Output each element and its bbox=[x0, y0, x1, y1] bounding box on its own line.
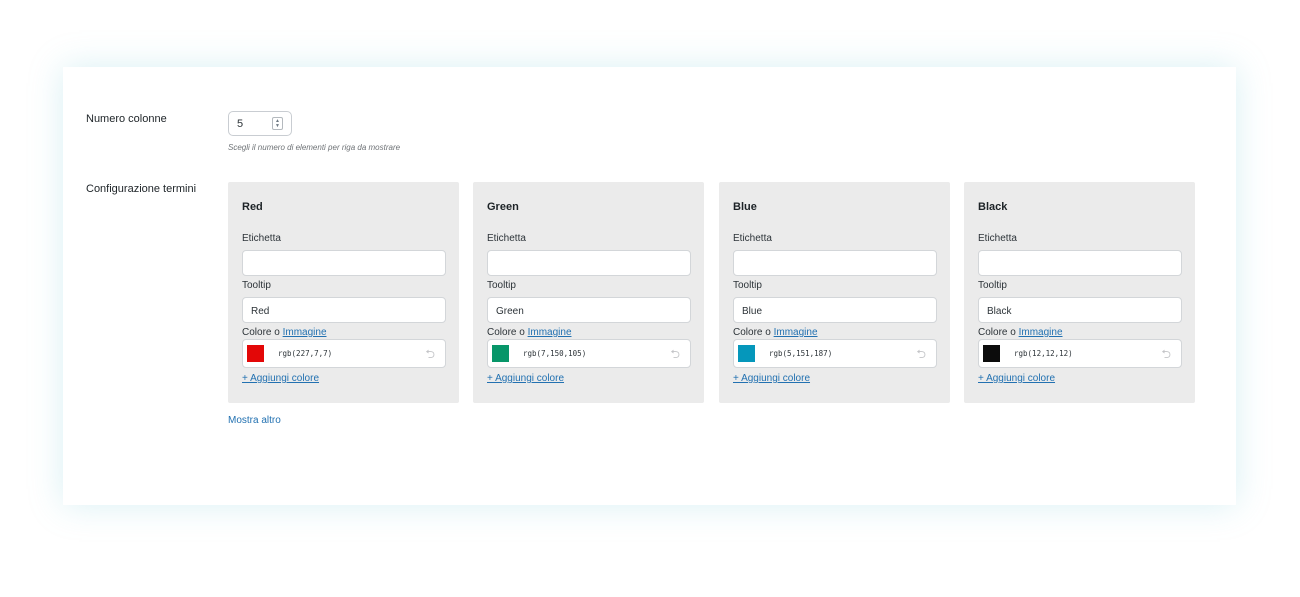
label-input[interactable] bbox=[978, 250, 1182, 276]
label-input[interactable] bbox=[733, 250, 937, 276]
color-swatch[interactable] bbox=[247, 345, 264, 362]
term-title: Red bbox=[242, 201, 263, 213]
term-card-black: Black Etichetta Tooltip Black Colore o I… bbox=[964, 182, 1195, 403]
label-field-label: Etichetta bbox=[487, 233, 526, 244]
add-color-link[interactable]: + Aggiungi colore bbox=[242, 373, 319, 384]
terms-label: Configurazione termini bbox=[86, 183, 197, 195]
tooltip-input[interactable]: Green bbox=[487, 297, 691, 323]
term-card-green: Green Etichetta Tooltip Green Colore o I… bbox=[473, 182, 704, 403]
color-code[interactable]: rgb(5,151,187) bbox=[769, 349, 832, 358]
image-link[interactable]: Immagine bbox=[528, 327, 572, 338]
columns-hint: Scegli il numero di elementi per riga da… bbox=[228, 143, 401, 152]
term-title: Black bbox=[978, 201, 1008, 213]
label-input[interactable] bbox=[487, 250, 691, 276]
image-link[interactable]: Immagine bbox=[774, 327, 818, 338]
image-link[interactable]: Immagine bbox=[283, 327, 327, 338]
color-picker[interactable]: rgb(7,150,105) ⮌ bbox=[487, 339, 691, 368]
settings-panel: Numero colonne 5 ▲ ▼ Scegli il numero di… bbox=[63, 67, 1236, 505]
color-prefix: Colore o bbox=[733, 327, 771, 338]
color-prefix: Colore o bbox=[487, 327, 525, 338]
undo-icon[interactable]: ⮌ bbox=[916, 345, 926, 366]
color-or-image-label: Colore o Immagine bbox=[733, 327, 818, 338]
color-or-image-label: Colore o Immagine bbox=[978, 327, 1063, 338]
columns-value[interactable]: 5 bbox=[237, 118, 243, 130]
number-spinner-icon[interactable]: ▲ ▼ bbox=[272, 117, 283, 130]
undo-icon[interactable]: ⮌ bbox=[670, 345, 680, 366]
tooltip-input[interactable]: Blue bbox=[733, 297, 937, 323]
tooltip-field-label: Tooltip bbox=[733, 280, 762, 291]
label-field-label: Etichetta bbox=[733, 233, 772, 244]
color-picker[interactable]: rgb(12,12,12) ⮌ bbox=[978, 339, 1182, 368]
tooltip-field-label: Tooltip bbox=[978, 280, 1007, 291]
color-or-image-label: Colore o Immagine bbox=[242, 327, 327, 338]
color-swatch[interactable] bbox=[738, 345, 755, 362]
tooltip-input[interactable]: Red bbox=[242, 297, 446, 323]
color-prefix: Colore o bbox=[242, 327, 280, 338]
columns-number-input[interactable]: 5 ▲ ▼ bbox=[228, 111, 292, 136]
undo-icon[interactable]: ⮌ bbox=[425, 345, 435, 366]
add-color-link[interactable]: + Aggiungi colore bbox=[978, 373, 1055, 384]
color-code[interactable]: rgb(227,7,7) bbox=[278, 349, 332, 358]
undo-icon[interactable]: ⮌ bbox=[1161, 345, 1171, 366]
color-code[interactable]: rgb(7,150,105) bbox=[523, 349, 586, 358]
term-title: Blue bbox=[733, 201, 757, 213]
color-picker[interactable]: rgb(5,151,187) ⮌ bbox=[733, 339, 937, 368]
color-swatch[interactable] bbox=[492, 345, 509, 362]
term-card-red: Red Etichetta Tooltip Red Colore o Immag… bbox=[228, 182, 459, 403]
tooltip-input[interactable]: Black bbox=[978, 297, 1182, 323]
tooltip-field-label: Tooltip bbox=[487, 280, 516, 291]
color-prefix: Colore o bbox=[978, 327, 1016, 338]
add-color-link[interactable]: + Aggiungi colore bbox=[487, 373, 564, 384]
label-field-label: Etichetta bbox=[242, 233, 281, 244]
show-more-link[interactable]: Mostra altro bbox=[228, 415, 281, 426]
term-card-blue: Blue Etichetta Tooltip Blue Colore o Imm… bbox=[719, 182, 950, 403]
term-title: Green bbox=[487, 201, 519, 213]
columns-label: Numero colonne bbox=[86, 113, 167, 125]
color-picker[interactable]: rgb(227,7,7) ⮌ bbox=[242, 339, 446, 368]
label-input[interactable] bbox=[242, 250, 446, 276]
tooltip-field-label: Tooltip bbox=[242, 280, 271, 291]
image-link[interactable]: Immagine bbox=[1019, 327, 1063, 338]
color-code[interactable]: rgb(12,12,12) bbox=[1014, 349, 1073, 358]
add-color-link[interactable]: + Aggiungi colore bbox=[733, 373, 810, 384]
spinner-down-icon[interactable]: ▼ bbox=[275, 123, 280, 129]
color-swatch[interactable] bbox=[983, 345, 1000, 362]
label-field-label: Etichetta bbox=[978, 233, 1017, 244]
color-or-image-label: Colore o Immagine bbox=[487, 327, 572, 338]
